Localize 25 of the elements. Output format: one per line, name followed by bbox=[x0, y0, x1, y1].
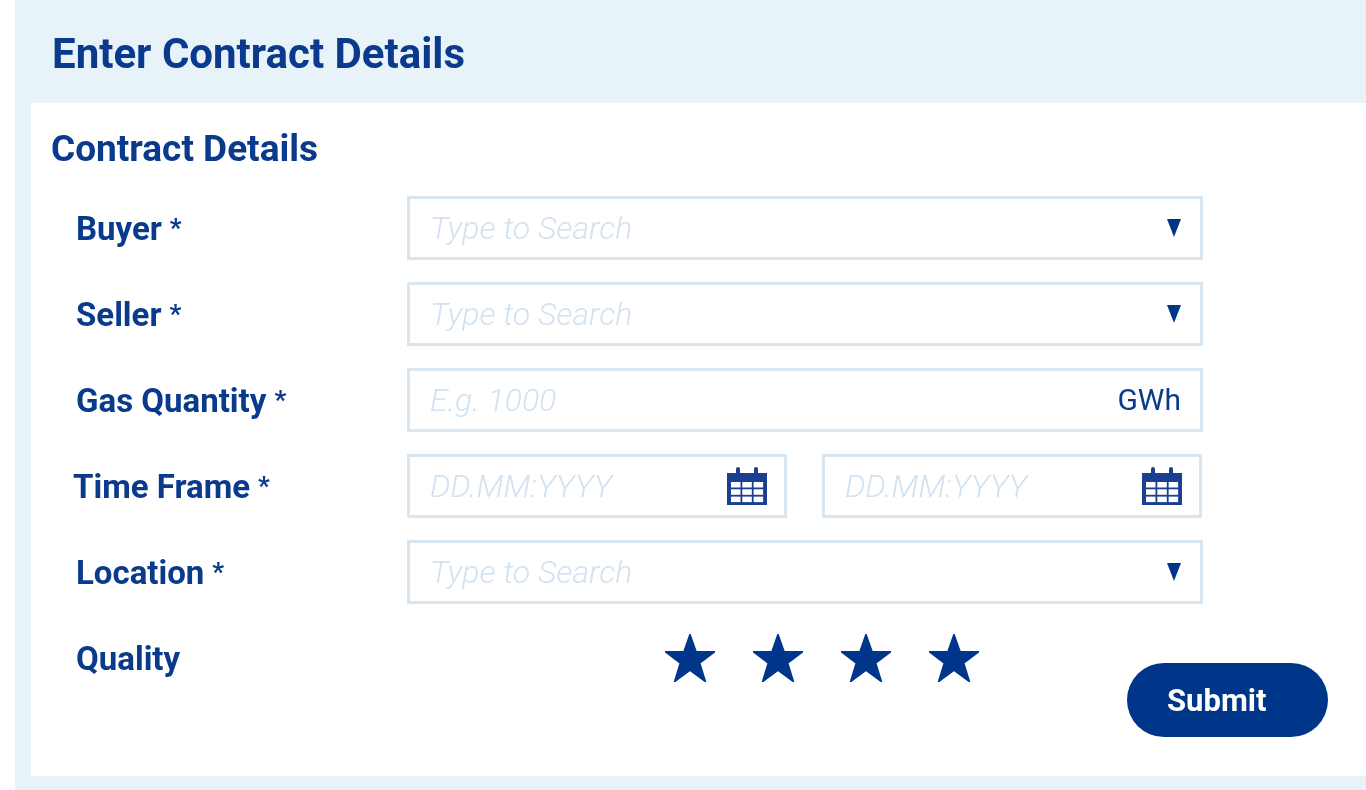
submit-button[interactable]: Submit bbox=[1127, 663, 1328, 737]
required-mark: * bbox=[258, 471, 270, 501]
section-title: Contract Details bbox=[51, 127, 320, 170]
required-mark: * bbox=[212, 557, 225, 587]
field-label: Time Frame bbox=[73, 466, 251, 506]
caret-icon bbox=[1167, 563, 1181, 581]
field-label: Gas Quantity bbox=[76, 380, 267, 420]
star-icon[interactable] bbox=[929, 634, 979, 682]
caret-icon bbox=[1167, 305, 1181, 323]
star-icon[interactable] bbox=[665, 634, 715, 682]
caret-icon bbox=[1167, 219, 1181, 237]
page-title: Enter Contract Details bbox=[52, 28, 465, 78]
star-icon[interactable] bbox=[841, 634, 891, 682]
required-mark: * bbox=[169, 299, 182, 329]
field-label: Buyer bbox=[76, 208, 162, 248]
field-label: Location bbox=[76, 552, 205, 592]
field-label: Quality bbox=[76, 638, 181, 678]
calendar-icon[interactable] bbox=[727, 467, 767, 505]
calendar-icon[interactable] bbox=[1142, 467, 1182, 505]
required-mark: * bbox=[169, 213, 182, 243]
field-label: Seller bbox=[76, 294, 162, 334]
star-rating[interactable] bbox=[665, 634, 979, 682]
star-icon[interactable] bbox=[753, 634, 803, 682]
required-mark: * bbox=[274, 385, 287, 415]
unit-label: GWh bbox=[1117, 382, 1181, 417]
